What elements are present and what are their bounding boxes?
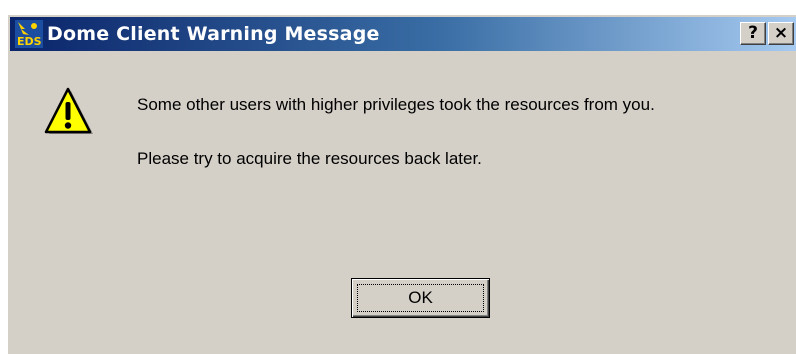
title-bar[interactable]: EDS Dome Client Warning Message ? × <box>10 17 796 51</box>
warning-dialog-window: EDS Dome Client Warning Message ? × Some… <box>7 14 796 354</box>
ok-button[interactable]: OK <box>351 278 490 318</box>
title-buttons: ? × <box>740 22 794 45</box>
warning-message-line-2: Please try to acquire the resources back… <box>137 149 482 168</box>
close-button[interactable]: × <box>768 22 794 45</box>
svg-text:EDS: EDS <box>17 35 42 48</box>
window-title: Dome Client Warning Message <box>47 23 380 45</box>
ok-button-label: OK <box>408 288 433 307</box>
close-icon: × <box>773 23 789 43</box>
help-button[interactable]: ? <box>740 22 766 45</box>
help-icon: ? <box>748 23 758 43</box>
eds-app-icon: EDS <box>15 20 43 48</box>
warning-icon <box>44 87 94 137</box>
warning-message-line-1: Some other users with higher privileges … <box>137 95 655 114</box>
